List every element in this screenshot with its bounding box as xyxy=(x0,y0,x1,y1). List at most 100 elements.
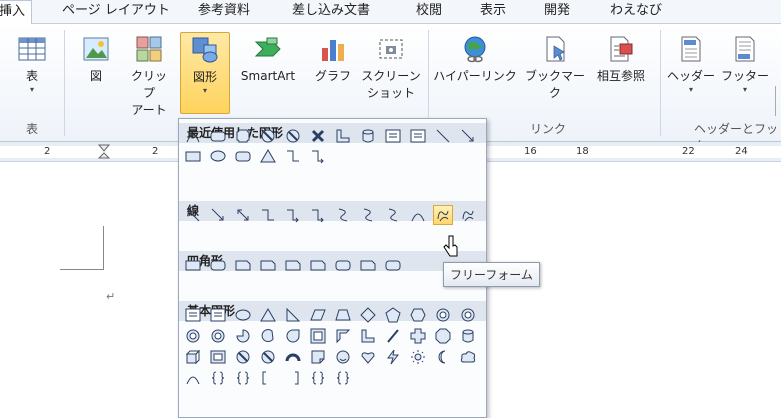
shape-item-noSym[interactable] xyxy=(283,126,303,146)
shape-item-brace[interactable] xyxy=(308,368,328,388)
shape-item-elbowA[interactable] xyxy=(308,146,328,166)
tab-view[interactable]: 表示 xyxy=(480,0,506,24)
shape-item-rect[interactable] xyxy=(183,146,203,166)
picture-button[interactable]: 図 xyxy=(76,34,116,85)
shape-item-cross[interactable] xyxy=(408,326,428,346)
shape-item-oct[interactable] xyxy=(433,326,453,346)
shape-item-hex[interactable] xyxy=(408,305,428,325)
shape-item-bolt[interactable] xyxy=(383,347,403,367)
shape-item-dbl[interactable] xyxy=(233,205,253,225)
shape-item-snip[interactable] xyxy=(233,255,253,275)
shape-item-num[interactable] xyxy=(208,326,228,346)
shape-item-chord[interactable] xyxy=(258,326,278,346)
tab-references[interactable]: 参考資料 xyxy=(198,0,250,24)
hyperlink-button[interactable]: ハイパーリンク xyxy=(432,34,518,85)
screenshot-button[interactable]: スクリーン ショット xyxy=(360,34,422,102)
shape-item-noSym[interactable] xyxy=(258,126,278,146)
shape-item-noSym[interactable] xyxy=(233,347,253,367)
chart-button[interactable]: グラフ xyxy=(312,34,354,85)
shape-item-ln[interactable] xyxy=(433,126,453,146)
shape-item-tri[interactable] xyxy=(258,146,278,166)
shape-item-diag[interactable] xyxy=(383,326,403,346)
shape-item-para[interactable] xyxy=(308,305,328,325)
shape-item-can[interactable] xyxy=(458,326,478,346)
smartart-button[interactable]: SmartArt xyxy=(232,34,304,85)
shape-item-arc[interactable] xyxy=(183,126,203,146)
shape-item-trap[interactable] xyxy=(333,305,353,325)
shape-item-rrect[interactable] xyxy=(208,255,228,275)
tab-page-layout[interactable]: ページ レイアウト xyxy=(62,0,170,24)
shape-item-arc[interactable] xyxy=(408,205,428,225)
shape-item-text[interactable] xyxy=(383,126,403,146)
shape-item-text[interactable] xyxy=(183,305,203,325)
shape-item-can[interactable] xyxy=(358,126,378,146)
shape-item-snip[interactable] xyxy=(308,255,328,275)
indent-marker-icon[interactable] xyxy=(97,144,111,162)
header-button[interactable]: ヘッダー ▾ xyxy=(666,34,716,95)
cross-reference-button[interactable]: 相互参照 xyxy=(592,34,650,85)
shape-item-arrow[interactable] xyxy=(208,205,228,225)
shape-item-rrect[interactable] xyxy=(383,255,403,275)
shape-item-rtri[interactable] xyxy=(283,305,303,325)
shape-item-curve[interactable] xyxy=(358,205,378,225)
shape-item-rect[interactable] xyxy=(183,255,203,275)
shape-item-snip[interactable] xyxy=(258,255,278,275)
shape-item-plaque[interactable] xyxy=(233,126,253,146)
shape-item-rrect[interactable] xyxy=(208,126,228,146)
shape-item-sun[interactable] xyxy=(408,347,428,367)
shape-item-scrib[interactable] xyxy=(458,205,478,225)
shape-item-num[interactable] xyxy=(433,305,453,325)
shape-item-smile[interactable] xyxy=(333,347,353,367)
shape-item-bracket[interactable] xyxy=(258,368,278,388)
tab-developer[interactable]: 開発 xyxy=(544,0,570,24)
shape-item-frame[interactable] xyxy=(308,326,328,346)
shape-item-arrow[interactable] xyxy=(458,126,478,146)
shape-item-lshape[interactable] xyxy=(333,126,353,146)
page-number-button-partial[interactable] xyxy=(775,86,781,116)
shape-item-ln[interactable] xyxy=(183,205,203,225)
clipart-button[interactable]: クリップ アート xyxy=(126,34,172,119)
shape-item-lshape[interactable] xyxy=(358,326,378,346)
shape-item-rrect[interactable] xyxy=(233,146,253,166)
shape-item-fold[interactable] xyxy=(308,347,328,367)
shape-item-brace[interactable] xyxy=(333,368,353,388)
shape-item-cube[interactable] xyxy=(183,347,203,367)
shape-item-pent[interactable] xyxy=(383,305,403,325)
shape-item-num[interactable] xyxy=(183,326,203,346)
shape-item-dia[interactable] xyxy=(358,305,378,325)
shape-item-text[interactable] xyxy=(208,305,228,325)
shape-item-snip[interactable] xyxy=(358,255,378,275)
shape-item-arc[interactable] xyxy=(183,368,203,388)
shape-item-num[interactable] xyxy=(458,305,478,325)
shape-item-ell[interactable] xyxy=(233,305,253,325)
shape-item-tear[interactable] xyxy=(283,326,303,346)
tab-waenavi[interactable]: わえなび xyxy=(610,0,662,24)
shape-item-ell[interactable] xyxy=(208,146,228,166)
shape-item-arcB[interactable] xyxy=(283,347,303,367)
bookmark-button[interactable]: ブックマーク xyxy=(520,34,590,102)
footer-button[interactable]: フッター ▾ xyxy=(720,34,770,95)
shape-item-brace[interactable] xyxy=(233,368,253,388)
shape-item-bracketR[interactable] xyxy=(283,368,303,388)
shape-item-cloud[interactable] xyxy=(458,347,478,367)
tab-insert[interactable]: 挿入 xyxy=(0,0,33,25)
shape-item-text[interactable] xyxy=(408,126,428,146)
shape-item-pie[interactable] xyxy=(233,326,253,346)
tab-review[interactable]: 校閲 xyxy=(416,0,442,24)
shape-item-elbow[interactable] xyxy=(283,146,303,166)
shape-item-freeform[interactable] xyxy=(433,205,453,225)
shape-item-elbow[interactable] xyxy=(258,205,278,225)
tab-mailings[interactable]: 差し込み文書 xyxy=(292,0,370,24)
shape-item-elbowA[interactable] xyxy=(283,205,303,225)
shape-item-moon[interactable] xyxy=(433,347,453,367)
shape-item-halfframe[interactable] xyxy=(333,326,353,346)
shape-item-curve[interactable] xyxy=(383,205,403,225)
shape-item-snip[interactable] xyxy=(283,255,303,275)
shape-item-x[interactable] xyxy=(308,126,328,146)
shape-item-bevel[interactable] xyxy=(208,347,228,367)
shape-item-heart[interactable] xyxy=(358,347,378,367)
shape-item-tri[interactable] xyxy=(258,305,278,325)
shapes-button[interactable]: 図形 ▾ xyxy=(180,32,230,114)
shape-item-curve[interactable] xyxy=(333,205,353,225)
shape-item-brace[interactable] xyxy=(208,368,228,388)
